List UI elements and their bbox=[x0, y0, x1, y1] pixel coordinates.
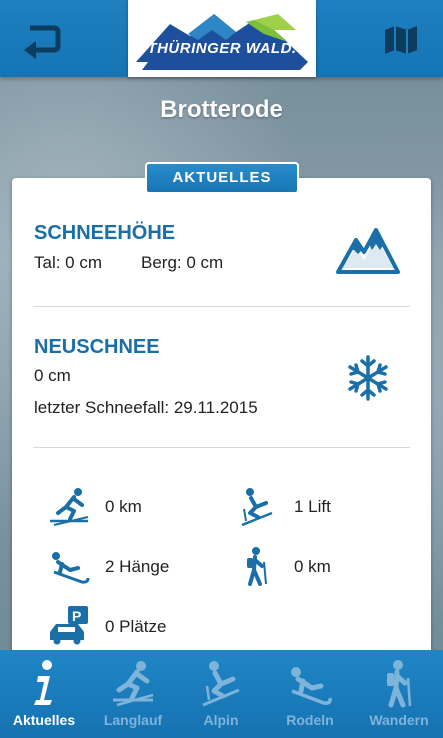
snowflake-icon bbox=[348, 355, 388, 401]
logo-text: THÜRINGER WALD. bbox=[147, 40, 297, 57]
back-button[interactable] bbox=[20, 20, 64, 60]
sledding-icon bbox=[291, 667, 332, 705]
nav-label: Alpin bbox=[203, 712, 239, 728]
nav-tab-alpin[interactable]: Alpin bbox=[178, 650, 264, 738]
mountain-icon bbox=[336, 228, 400, 274]
stat-lifts: 1 Lift bbox=[294, 497, 331, 516]
sledding-icon bbox=[52, 552, 90, 584]
header-bar: THÜRINGER WALD. bbox=[0, 0, 443, 77]
nav-tab-aktuelles[interactable]: Aktuelles bbox=[1, 650, 87, 738]
stat-cross-country: 0 km bbox=[105, 497, 142, 516]
divider bbox=[33, 447, 410, 448]
map-icon bbox=[385, 26, 417, 54]
snow-depth-mountain: Berg: 0 cm bbox=[141, 253, 224, 272]
cross-country-skier-icon bbox=[113, 661, 154, 707]
nav-label: Wandern bbox=[369, 712, 429, 728]
info-icon bbox=[34, 660, 52, 705]
alpine-skier-icon bbox=[241, 488, 273, 527]
nav-label: Rodeln bbox=[286, 712, 334, 728]
divider bbox=[33, 306, 410, 307]
last-snowfall: letzter Schneefall: 29.11.2015 bbox=[34, 398, 258, 417]
map-button[interactable] bbox=[379, 20, 423, 60]
logo-mountains-icon bbox=[136, 14, 308, 70]
nav-label: Aktuelles bbox=[12, 712, 76, 728]
page-title: Brotterode bbox=[160, 96, 283, 123]
new-snow-amount: 0 cm bbox=[34, 366, 71, 385]
nav-tab-rodeln[interactable]: Rodeln bbox=[267, 650, 353, 738]
new-snow-title: NEUSCHNEE bbox=[34, 336, 160, 358]
tab-aktuelles[interactable]: AKTUELLES bbox=[145, 162, 299, 194]
snow-depth-title: SCHNEEHÖHE bbox=[34, 222, 176, 244]
logo[interactable]: THÜRINGER WALD. bbox=[128, 0, 316, 77]
stat-parking: 0 Plätze bbox=[105, 617, 167, 636]
cross-country-skier-icon bbox=[50, 488, 89, 526]
svg-text:P: P bbox=[72, 608, 81, 624]
stat-slopes: 2 Hänge bbox=[105, 557, 170, 576]
alpine-skier-icon bbox=[202, 661, 240, 707]
stat-hiking: 0 km bbox=[294, 557, 331, 576]
nav-label: Langlauf bbox=[103, 712, 163, 728]
snow-depth-valley: Tal: 0 cm bbox=[34, 253, 103, 272]
hiker-icon bbox=[247, 547, 267, 586]
nav-tab-langlauf[interactable]: Langlauf bbox=[90, 650, 176, 738]
bottom-nav: Aktuelles Langlauf Alpin Rodeln Wandern bbox=[0, 650, 443, 738]
nav-tab-wandern[interactable]: Wandern bbox=[356, 650, 442, 738]
back-arrow-icon bbox=[24, 25, 61, 59]
parking-icon: P bbox=[50, 606, 88, 645]
hiker-icon bbox=[387, 660, 412, 708]
